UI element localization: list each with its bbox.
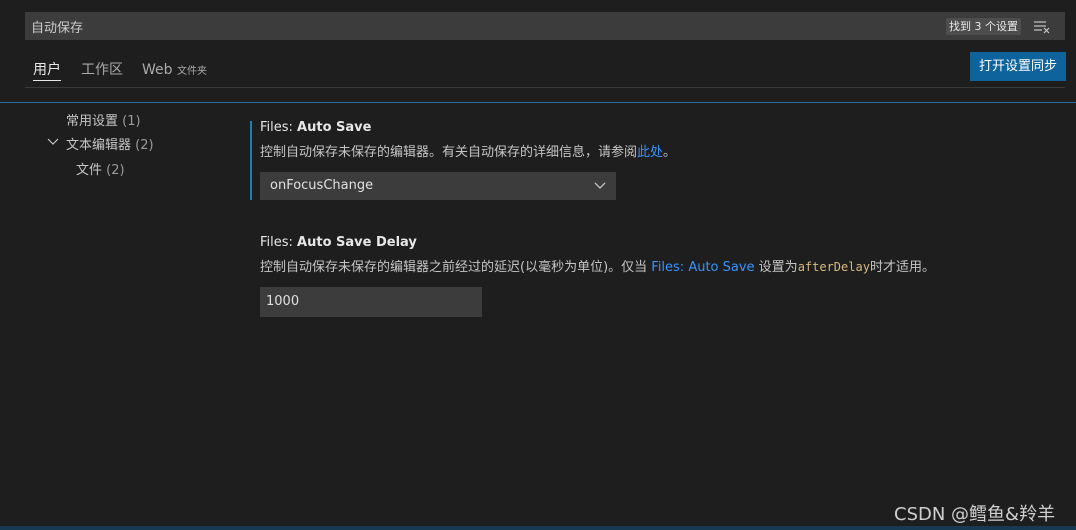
setting-desc-mid: 设置为 xyxy=(754,260,798,275)
tab-folder-label: Web xyxy=(142,62,173,78)
toc-item-count: (1) xyxy=(122,114,141,129)
setting-title: Files: Auto Save Delay xyxy=(260,235,935,250)
auto-save-delay-input[interactable] xyxy=(260,287,482,317)
toc-item-count: (2) xyxy=(135,138,154,153)
settings-search-bar[interactable]: 找到 3 个设置 xyxy=(25,12,1065,40)
setting-description: 控制自动保存未保存的编辑器。有关自动保存的详细信息，请参阅此处。 xyxy=(260,141,676,160)
clear-filter-icon[interactable] xyxy=(1032,17,1052,35)
toc-item-common[interactable]: 常用设置 (1) xyxy=(66,110,141,129)
setting-category: Files: xyxy=(260,235,298,250)
turn-on-settings-sync-button[interactable]: 打开设置同步 xyxy=(970,52,1066,81)
setting-desc-end: 。 xyxy=(663,145,677,160)
settings-search-input[interactable] xyxy=(25,12,925,40)
tab-folder-sub: 文件夹 xyxy=(176,66,207,77)
setting-focus-indicator xyxy=(250,121,252,200)
auto-save-docs-link[interactable]: 此处 xyxy=(637,145,663,160)
setting-auto-save: Files: Auto Save 控制自动保存未保存的编辑器。有关自动保存的详细… xyxy=(260,120,676,160)
auto-save-setting-link[interactable]: Files: Auto Save xyxy=(651,260,754,275)
setting-desc-text: 控制自动保存未保存的编辑器之前经过的延迟(以毫秒为单位)。仅当 xyxy=(260,260,652,275)
toc-item-text-editor[interactable]: 文本编辑器 (2) xyxy=(66,134,154,153)
setting-name: Auto Save xyxy=(297,120,372,135)
chevron-down-icon[interactable] xyxy=(47,136,59,148)
chevron-down-icon xyxy=(594,182,606,189)
tab-user[interactable]: 用户 xyxy=(33,58,61,81)
setting-description: 控制自动保存未保存的编辑器之前经过的延迟(以毫秒为单位)。仅当 Files: A… xyxy=(260,256,935,275)
setting-desc-end: 时才适用。 xyxy=(869,260,935,275)
tab-workspace[interactable]: 工作区 xyxy=(81,58,123,88)
setting-desc-text: 控制自动保存未保存的编辑器。有关自动保存的详细信息，请参阅 xyxy=(260,145,638,160)
tab-folder-web[interactable]: Web 文件夹 xyxy=(142,58,207,88)
toc-item-label: 文本编辑器 xyxy=(66,138,132,153)
search-result-count: 找到 3 个设置 xyxy=(946,18,1021,35)
toc-item-label: 常用设置 xyxy=(66,114,119,129)
setting-name: Auto Save Delay xyxy=(297,235,417,250)
watermark: CSDN @鳕鱼&羚羊 xyxy=(894,504,1056,525)
setting-category: Files: xyxy=(260,120,298,135)
setting-code-value: afterDelay xyxy=(797,260,870,274)
auto-save-select[interactable]: onFocusChange xyxy=(260,172,616,200)
toc-item-files[interactable]: 文件 (2) xyxy=(76,159,125,178)
toc-item-count: (2) xyxy=(106,163,125,178)
toc-item-label: 文件 xyxy=(76,163,103,178)
bottom-border xyxy=(0,526,1076,530)
auto-save-select-value: onFocusChange xyxy=(270,178,374,193)
tabs-border xyxy=(25,87,1065,88)
header-divider xyxy=(0,102,1076,103)
setting-title: Files: Auto Save xyxy=(260,120,676,135)
setting-auto-save-delay: Files: Auto Save Delay 控制自动保存未保存的编辑器之前经过… xyxy=(260,235,935,275)
